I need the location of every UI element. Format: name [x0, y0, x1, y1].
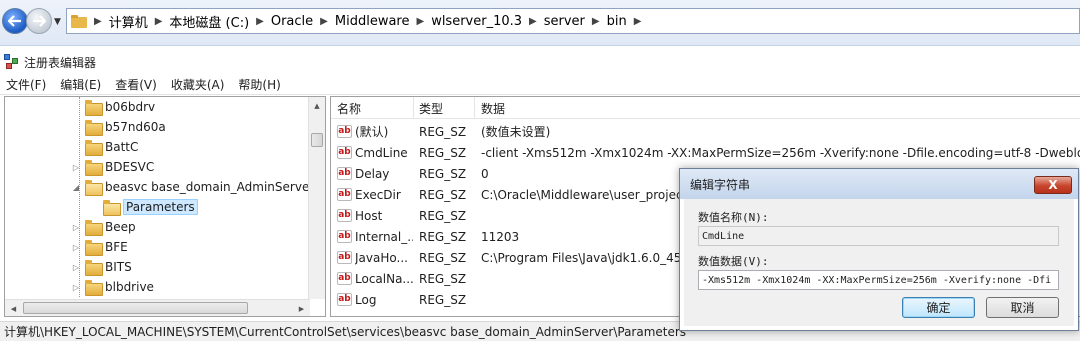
- close-icon: X: [1048, 178, 1058, 192]
- dialog-body: 数值名称(N): CmdLine 数值数据(V): -Xms512m -Xmx1…: [684, 199, 1074, 326]
- scroll-left-icon[interactable]: ◀: [5, 300, 22, 316]
- tree-item[interactable]: BattC: [71, 137, 138, 157]
- breadcrumb-bin[interactable]: bin: [603, 14, 631, 29]
- chevron-right-icon[interactable]: ▶: [317, 16, 331, 27]
- column-divider[interactable]: [413, 97, 414, 119]
- string-value-icon: ab: [337, 272, 352, 285]
- expand-icon[interactable]: ▷: [71, 243, 81, 252]
- chevron-right-icon[interactable]: ▶: [526, 16, 540, 27]
- menu-bar: 文件(F) 编辑(E) 查看(V) 收藏夹(A) 帮助(H): [0, 75, 1080, 95]
- forward-button[interactable]: [26, 8, 52, 34]
- chevron-right-icon[interactable]: ▶: [413, 16, 427, 27]
- breadcrumb-server[interactable]: server: [540, 14, 589, 29]
- chevron-right-icon[interactable]: ▶: [91, 16, 105, 27]
- value-data-input[interactable]: -Xms512m -Xmx1024m -XX:MaxPermSize=256m …: [698, 270, 1059, 290]
- dialog-title: 编辑字符串: [690, 177, 751, 192]
- tree-item[interactable]: ▷ Beep: [71, 217, 136, 237]
- string-value-icon: ab: [337, 293, 352, 306]
- scroll-thumb[interactable]: [311, 133, 323, 147]
- value-name-label: 数值名称(N):: [698, 211, 769, 224]
- string-value-icon: ab: [337, 251, 352, 264]
- chevron-right-icon[interactable]: ▶: [152, 16, 166, 27]
- chevron-right-icon[interactable]: ▶: [253, 16, 267, 27]
- value-data-label: 数值数据(V):: [698, 255, 769, 268]
- folder-icon: [71, 14, 87, 28]
- list-item[interactable]: ab (默认) REG_SZ (数值未设置): [331, 121, 1080, 142]
- window-title: 注册表编辑器: [24, 55, 97, 70]
- value-name-field: CmdLine: [698, 226, 1059, 246]
- back-button[interactable]: [2, 8, 28, 34]
- explorer-address-bar: ▼ ▶ 计算机 ▶ 本地磁盘 (C:) ▶ Oracle ▶ Middlewar…: [0, 0, 1080, 46]
- folder-icon: [85, 100, 103, 116]
- folder-icon: [85, 160, 103, 176]
- column-divider[interactable]: [474, 97, 475, 119]
- tree-item-selected[interactable]: Parameters: [89, 197, 198, 217]
- list-item[interactable]: ab CmdLine REG_SZ -client -Xms512m -Xmx1…: [331, 142, 1080, 163]
- string-value-icon: ab: [337, 230, 352, 243]
- folder-icon: [85, 280, 103, 296]
- folder-open-icon: [103, 200, 121, 216]
- close-button[interactable]: X: [1034, 176, 1072, 194]
- string-value-icon: ab: [337, 188, 352, 201]
- folder-open-icon: [85, 180, 103, 196]
- menu-edit[interactable]: 编辑(E): [60, 76, 101, 93]
- menu-help[interactable]: 帮助(H): [238, 76, 280, 93]
- list-header: 名称 类型 数据: [331, 97, 1080, 119]
- string-value-icon: ab: [337, 209, 352, 222]
- folder-icon: [85, 140, 103, 156]
- breadcrumb-local-disk[interactable]: 本地磁盘 (C:): [165, 12, 253, 31]
- tree-horizontal-scrollbar[interactable]: ◀ ▶: [5, 299, 310, 316]
- regedit-title-bar: 注册表编辑器: [0, 52, 1080, 72]
- breadcrumb-middleware[interactable]: Middleware: [331, 14, 414, 29]
- collapse-icon[interactable]: ◢: [71, 183, 81, 192]
- scroll-up-icon[interactable]: ▲: [309, 97, 325, 114]
- tree-item[interactable]: ▷ BFE: [71, 237, 128, 257]
- tree-item[interactable]: ▷ BDESVC: [71, 157, 154, 177]
- folder-icon: [85, 120, 103, 136]
- address-box[interactable]: ▶ 计算机 ▶ 本地磁盘 (C:) ▶ Oracle ▶ Middleware …: [66, 8, 1080, 34]
- menu-favorites[interactable]: 收藏夹(A): [171, 76, 225, 93]
- folder-icon: [85, 240, 103, 256]
- tree-item[interactable]: b57nd60a: [71, 117, 166, 137]
- chevron-right-icon[interactable]: ▶: [631, 16, 645, 27]
- status-path: 计算机\HKEY_LOCAL_MACHINE\SYSTEM\CurrentCon…: [4, 325, 687, 339]
- string-value-icon: ab: [337, 167, 352, 180]
- arrow-right-icon: [33, 15, 46, 27]
- breadcrumb-wlserver[interactable]: wlserver_10.3: [427, 14, 526, 29]
- string-value-icon: ab: [337, 125, 352, 138]
- registry-tree[interactable]: b06bdrv b57nd60a BattC ▷ BDESVC ◢ beasvc…: [4, 96, 326, 317]
- expand-icon[interactable]: ▷: [71, 263, 81, 272]
- breadcrumb-oracle[interactable]: Oracle: [267, 14, 317, 29]
- folder-icon: [85, 220, 103, 236]
- breadcrumb-computer[interactable]: 计算机: [105, 12, 152, 31]
- tree-item[interactable]: ▷ blbdrive: [71, 277, 154, 297]
- menu-file[interactable]: 文件(F): [6, 76, 46, 93]
- expand-icon[interactable]: ▷: [71, 163, 81, 172]
- tree-vertical-scrollbar[interactable]: ▲: [308, 97, 325, 299]
- column-header-data[interactable]: 数据: [481, 100, 505, 117]
- cancel-button[interactable]: 取消: [986, 297, 1059, 318]
- string-value-icon: ab: [337, 146, 352, 159]
- expand-icon[interactable]: ▷: [71, 283, 81, 292]
- dialog-title-bar[interactable]: 编辑字符串 X: [680, 169, 1078, 199]
- scroll-thumb[interactable]: [23, 302, 248, 314]
- scroll-right-icon[interactable]: ▶: [293, 300, 310, 316]
- column-header-type[interactable]: 类型: [419, 100, 443, 117]
- folder-icon: [85, 260, 103, 276]
- edit-string-dialog: 编辑字符串 X 数值名称(N): CmdLine 数值数据(V): -Xms51…: [679, 168, 1079, 331]
- chevron-right-icon[interactable]: ▶: [589, 16, 603, 27]
- registry-editor-icon: [4, 54, 20, 70]
- recent-pages-dropdown-icon[interactable]: ▼: [54, 17, 61, 27]
- column-header-name[interactable]: 名称: [337, 100, 361, 117]
- tree-item[interactable]: ▷ BITS: [71, 257, 132, 277]
- expand-icon[interactable]: ▷: [71, 223, 81, 232]
- ok-button[interactable]: 确定: [902, 297, 975, 318]
- menu-view[interactable]: 查看(V): [115, 76, 157, 93]
- arrow-left-icon: [8, 15, 21, 27]
- tree-item[interactable]: ◢ beasvc base_domain_AdminServer: [71, 177, 314, 197]
- tree-item[interactable]: b06bdrv: [71, 97, 155, 117]
